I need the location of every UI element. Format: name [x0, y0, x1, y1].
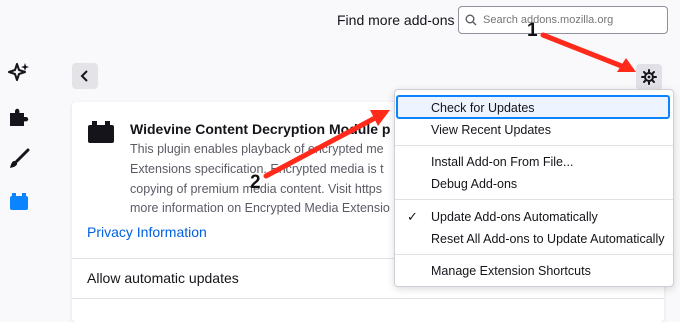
- arrow-to-gear: [540, 32, 627, 70]
- annotation-step-2: 2: [250, 172, 261, 193]
- annotation-step-1: 1: [527, 20, 538, 41]
- arrow-to-check-updates: [263, 115, 378, 179]
- annotation-arrows: [263, 32, 636, 179]
